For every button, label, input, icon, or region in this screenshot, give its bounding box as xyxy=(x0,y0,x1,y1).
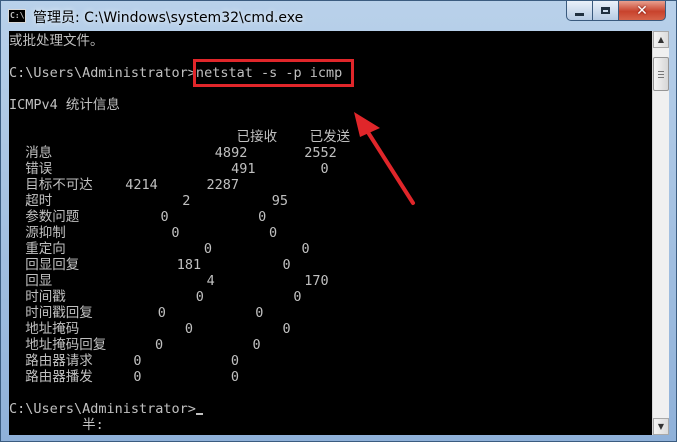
red-arrow-annotation xyxy=(354,112,415,205)
arrow-head xyxy=(354,112,380,137)
arrow-shaft xyxy=(362,124,415,205)
